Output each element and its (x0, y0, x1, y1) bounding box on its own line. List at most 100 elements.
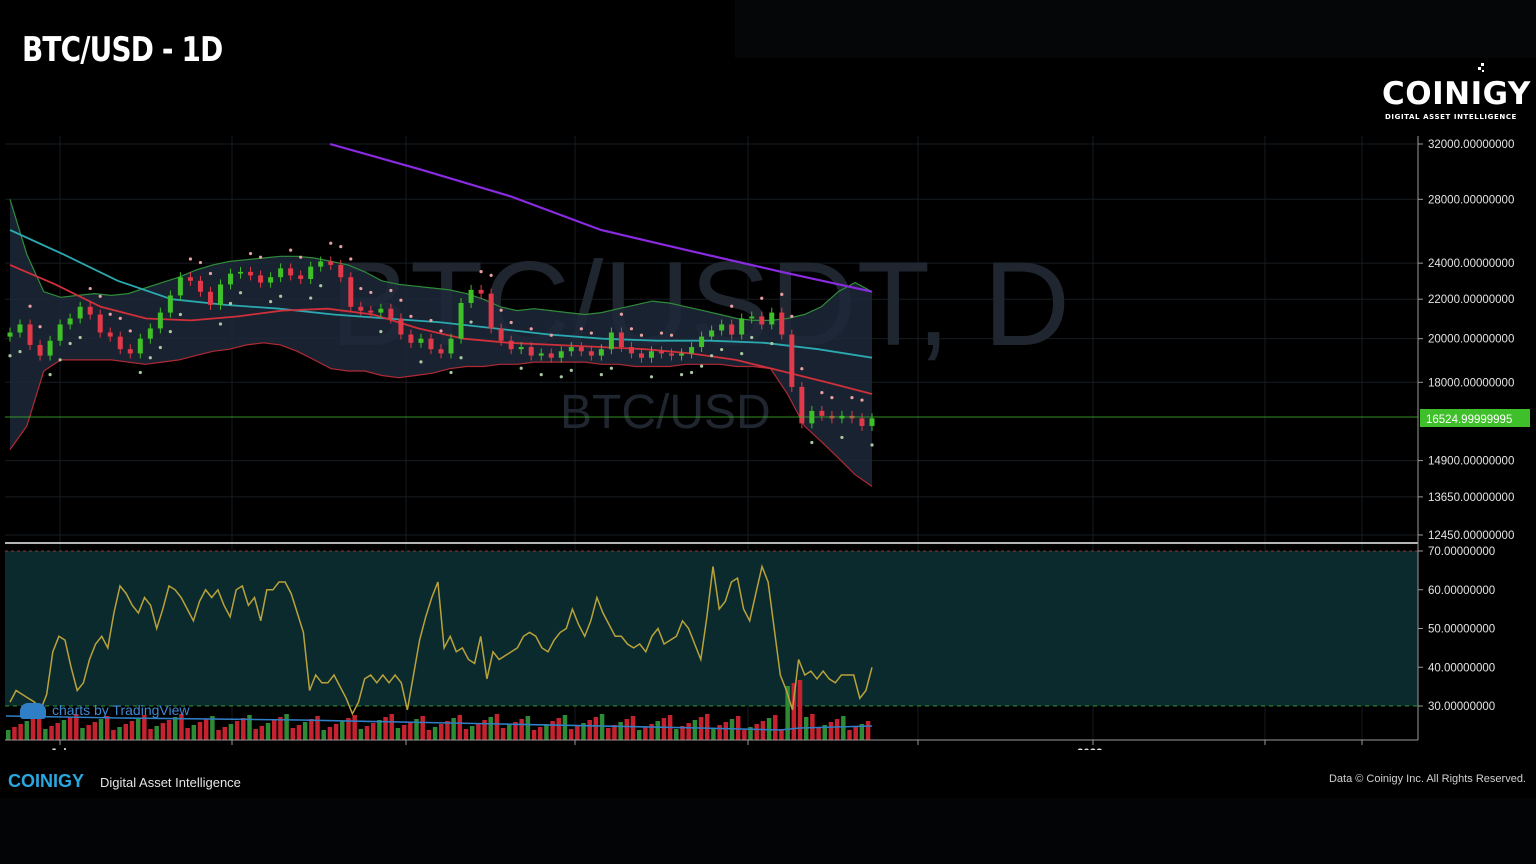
candle-body (288, 268, 293, 275)
tradingview-credit[interactable]: charts by TradingView (20, 702, 189, 719)
candle-body (549, 353, 554, 357)
volume-bar (192, 725, 197, 740)
volume-bar (99, 719, 104, 740)
sar-dot (38, 325, 41, 328)
volume-bar (464, 729, 469, 740)
sar-dot (580, 327, 583, 330)
volume-bar (93, 722, 98, 740)
sar-dot (760, 297, 763, 300)
oscillator-tick-label: 30.00000000 (1428, 701, 1495, 713)
oscillator-tick-label: 50.00000000 (1428, 624, 1495, 636)
candle-body (58, 324, 63, 340)
candle-body (128, 349, 133, 353)
volume-bar (148, 729, 153, 740)
volume-bar (773, 715, 778, 740)
volume-bar (383, 717, 388, 740)
candle-body (619, 333, 624, 348)
sar-dot (69, 342, 72, 345)
volume-bar (501, 728, 506, 740)
candle-body (669, 353, 674, 355)
sar-dot (119, 317, 122, 320)
candle-body (178, 277, 183, 295)
sar-dot (439, 329, 442, 332)
volume-bar (173, 717, 178, 740)
volume-bar (674, 729, 679, 740)
sar-dot (189, 257, 192, 260)
volume-bar (841, 716, 846, 740)
candle-body (278, 268, 283, 277)
volume-bar (260, 726, 265, 740)
volume-bar (111, 730, 116, 740)
sar-dot (530, 327, 533, 330)
volume-bar (538, 727, 543, 740)
time-tick-label: Jul (50, 748, 67, 750)
chart-area[interactable]: BTC/USDT, D BTC/USD 32000.0000000028000.… (0, 130, 1536, 750)
volume-bar (31, 718, 36, 740)
sar-dot (500, 309, 503, 312)
sar-dot (820, 391, 823, 394)
candle-body (509, 341, 514, 349)
logo-tagline: DIGITAL ASSET INTELLIGENCE (1385, 113, 1517, 121)
candle-body (368, 311, 373, 313)
volume-bar (12, 727, 17, 740)
volume-bar (377, 720, 382, 740)
footer-logo: COINIGY (8, 771, 84, 792)
candle-body (108, 333, 113, 337)
candle-body (418, 339, 423, 343)
sar-dot (179, 313, 182, 316)
volume-bar (25, 721, 30, 740)
candle-body (338, 265, 343, 277)
candle-body (679, 353, 684, 355)
volume-bar (717, 725, 722, 740)
volume-bar (136, 718, 141, 740)
sar-dot (640, 334, 643, 337)
volume-bar (433, 727, 438, 740)
sar-dot (630, 327, 633, 330)
candle-body (649, 351, 654, 357)
footer-copyright: Data © Coinigy Inc. All Rights Reserved. (1329, 773, 1526, 785)
candle-body (408, 335, 413, 343)
candle-body (559, 351, 564, 357)
volume-bar (130, 721, 135, 740)
price-tick-label: 28000.00000000 (1428, 194, 1514, 206)
tradingview-cloud-icon (20, 703, 46, 719)
candle-body (378, 309, 383, 313)
candle-body (489, 294, 494, 329)
volume-bar (235, 721, 240, 740)
tradingview-credit-text: charts by TradingView (52, 702, 189, 718)
sar-dot (550, 334, 553, 337)
candle-body (38, 345, 43, 356)
sar-dot (720, 348, 723, 351)
sar-dot (369, 291, 372, 294)
sar-dot (259, 256, 262, 259)
volume-bar (86, 725, 91, 740)
oscillator-tick-label: 40.00000000 (1428, 662, 1495, 674)
sar-dot (359, 287, 362, 290)
volume-bar (686, 723, 691, 740)
candle-body (208, 292, 213, 305)
sar-dot (209, 272, 212, 275)
candle-body (428, 339, 433, 349)
candle-body (98, 315, 103, 333)
sar-dot (299, 256, 302, 259)
volume-bar (334, 724, 339, 740)
volume-bar (476, 723, 481, 740)
volume-bar (105, 716, 110, 740)
sar-dot (870, 443, 873, 446)
volume-bar (519, 719, 524, 740)
candle-body (599, 349, 604, 355)
volume-bar (526, 716, 531, 740)
volume-bar (724, 722, 729, 740)
candle-body (769, 313, 774, 325)
volume-bar (625, 719, 630, 740)
logo-sparkle-icon (1475, 62, 1489, 76)
sar-dot (279, 295, 282, 298)
volume-bar (402, 725, 407, 740)
price-tick-label: 24000.00000000 (1428, 258, 1514, 270)
candle-body (8, 333, 13, 337)
sar-dot (159, 346, 162, 349)
volume-bar (68, 717, 73, 740)
volume-bar (321, 730, 326, 740)
sar-dot (289, 249, 292, 252)
volume-bar (340, 721, 345, 740)
